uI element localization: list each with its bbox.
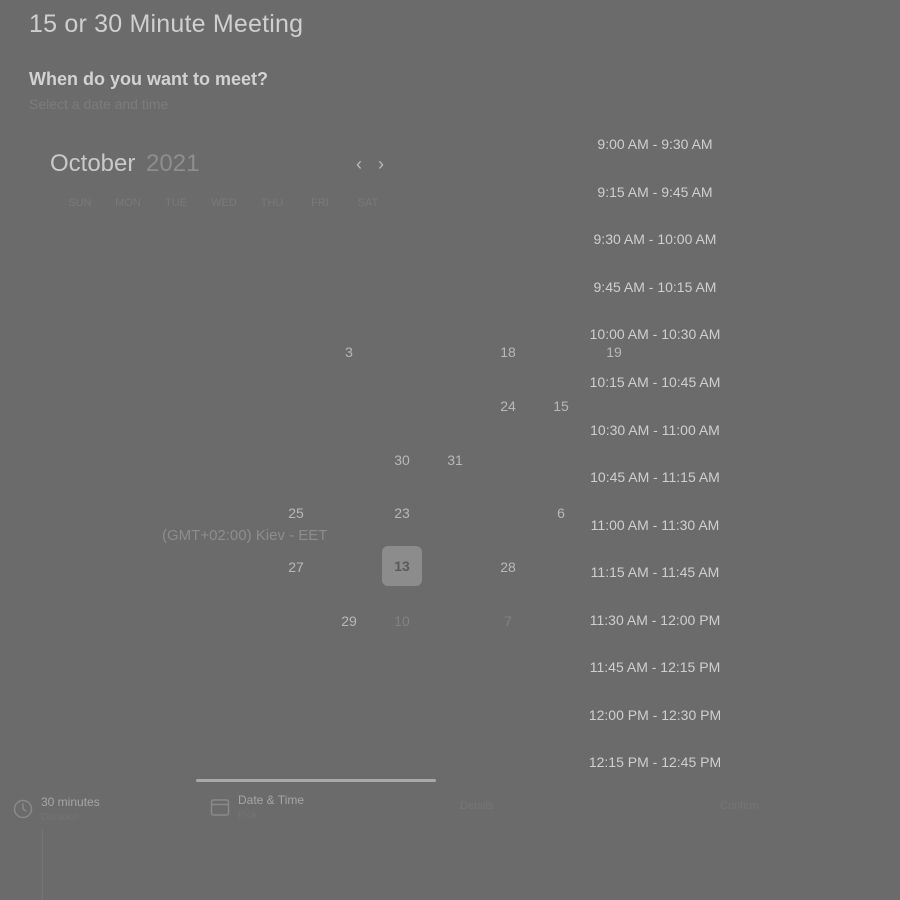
weekday-label: TUE bbox=[165, 197, 187, 209]
weekday-label: MON bbox=[115, 197, 141, 209]
time-slot[interactable]: 12:15 PM - 12:45 PM bbox=[560, 747, 750, 777]
prev-month-button[interactable]: ‹ bbox=[350, 154, 368, 174]
calendar-month: October bbox=[50, 150, 136, 177]
calendar-day[interactable]: 27 bbox=[276, 547, 316, 587]
calendar-day[interactable]: 7 bbox=[488, 601, 528, 641]
weekday-label: THU bbox=[260, 197, 284, 209]
weekday-label: WED bbox=[211, 197, 237, 209]
step-confirm: Confirm bbox=[720, 800, 759, 812]
time-slot[interactable]: 12:00 PM - 12:30 PM bbox=[560, 700, 750, 730]
time-slot[interactable]: 10:45 AM - 11:15 AM bbox=[560, 462, 750, 492]
next-month-button[interactable]: › bbox=[372, 154, 390, 174]
meeting-question: When do you want to meet? bbox=[29, 69, 268, 89]
time-slot[interactable]: 11:15 AM - 11:45 AM bbox=[560, 557, 750, 587]
calendar-day-selected[interactable]: 13 bbox=[382, 546, 422, 586]
step-duration: 30 minutes Duration bbox=[13, 795, 100, 823]
weekday-label: FRI bbox=[311, 197, 329, 209]
step-details: Details bbox=[460, 800, 494, 812]
timezone-selector[interactable]: (GMT+02:00) Kiev - EET bbox=[162, 527, 327, 544]
time-slot[interactable]: 11:00 AM - 11:30 AM bbox=[560, 510, 750, 540]
time-slot[interactable]: 9:00 AM - 9:30 AM bbox=[560, 129, 750, 159]
time-slot[interactable]: 11:45 AM - 12:15 PM bbox=[560, 652, 750, 682]
weekday-label: SAT bbox=[357, 197, 379, 209]
meeting-subtext: Select a date and time bbox=[29, 96, 169, 112]
calendar-day[interactable]: 30 bbox=[382, 440, 422, 480]
calendar-day[interactable]: 24 bbox=[488, 386, 528, 426]
time-slot[interactable]: 11:30 AM - 12:00 PM bbox=[560, 605, 750, 635]
calendar-day[interactable]: 18 bbox=[488, 332, 528, 372]
chevron-right-icon: › bbox=[378, 154, 384, 174]
calendar-icon bbox=[210, 799, 230, 816]
step-duration-title: 30 minutes bbox=[41, 795, 100, 809]
step-datetime-title: Date & Time bbox=[238, 793, 305, 807]
time-slot[interactable]: 10:30 AM - 11:00 AM bbox=[560, 415, 750, 445]
calendar-month-header: October 2021 bbox=[50, 150, 199, 178]
clock-icon bbox=[13, 799, 33, 819]
weekday-label: SUN bbox=[68, 197, 92, 209]
calendar-day[interactable]: 23 bbox=[382, 493, 422, 533]
calendar-year: 2021 bbox=[146, 150, 200, 177]
time-slot[interactable]: 9:15 AM - 9:45 AM bbox=[560, 177, 750, 207]
time-slot[interactable]: 9:30 AM - 10:00 AM bbox=[560, 224, 750, 254]
calendar-day[interactable]: 29 bbox=[329, 601, 369, 641]
chevron-left-icon: ‹ bbox=[356, 154, 362, 174]
calendar-day[interactable]: 28 bbox=[488, 547, 528, 587]
divider bbox=[42, 830, 43, 900]
time-slot[interactable]: 10:00 AM - 10:30 AM bbox=[560, 319, 750, 349]
step-progress-bar bbox=[196, 779, 436, 782]
step-datetime: Date & Time Pick bbox=[210, 793, 304, 821]
step-duration-sub: Duration bbox=[41, 812, 79, 823]
time-slot[interactable]: 9:45 AM - 10:15 AM bbox=[560, 272, 750, 302]
calendar-day[interactable]: 3 bbox=[329, 332, 369, 372]
page-title: 15 or 30 Minute Meeting bbox=[29, 10, 304, 38]
calendar-day[interactable]: 31 bbox=[435, 440, 475, 480]
time-slot[interactable]: 10:15 AM - 10:45 AM bbox=[560, 367, 750, 397]
calendar-day[interactable]: 10 bbox=[382, 601, 422, 641]
weekday-header: SUN MON TUE WED THU FRI SAT bbox=[56, 197, 392, 209]
step-datetime-sub: Pick bbox=[238, 810, 257, 821]
